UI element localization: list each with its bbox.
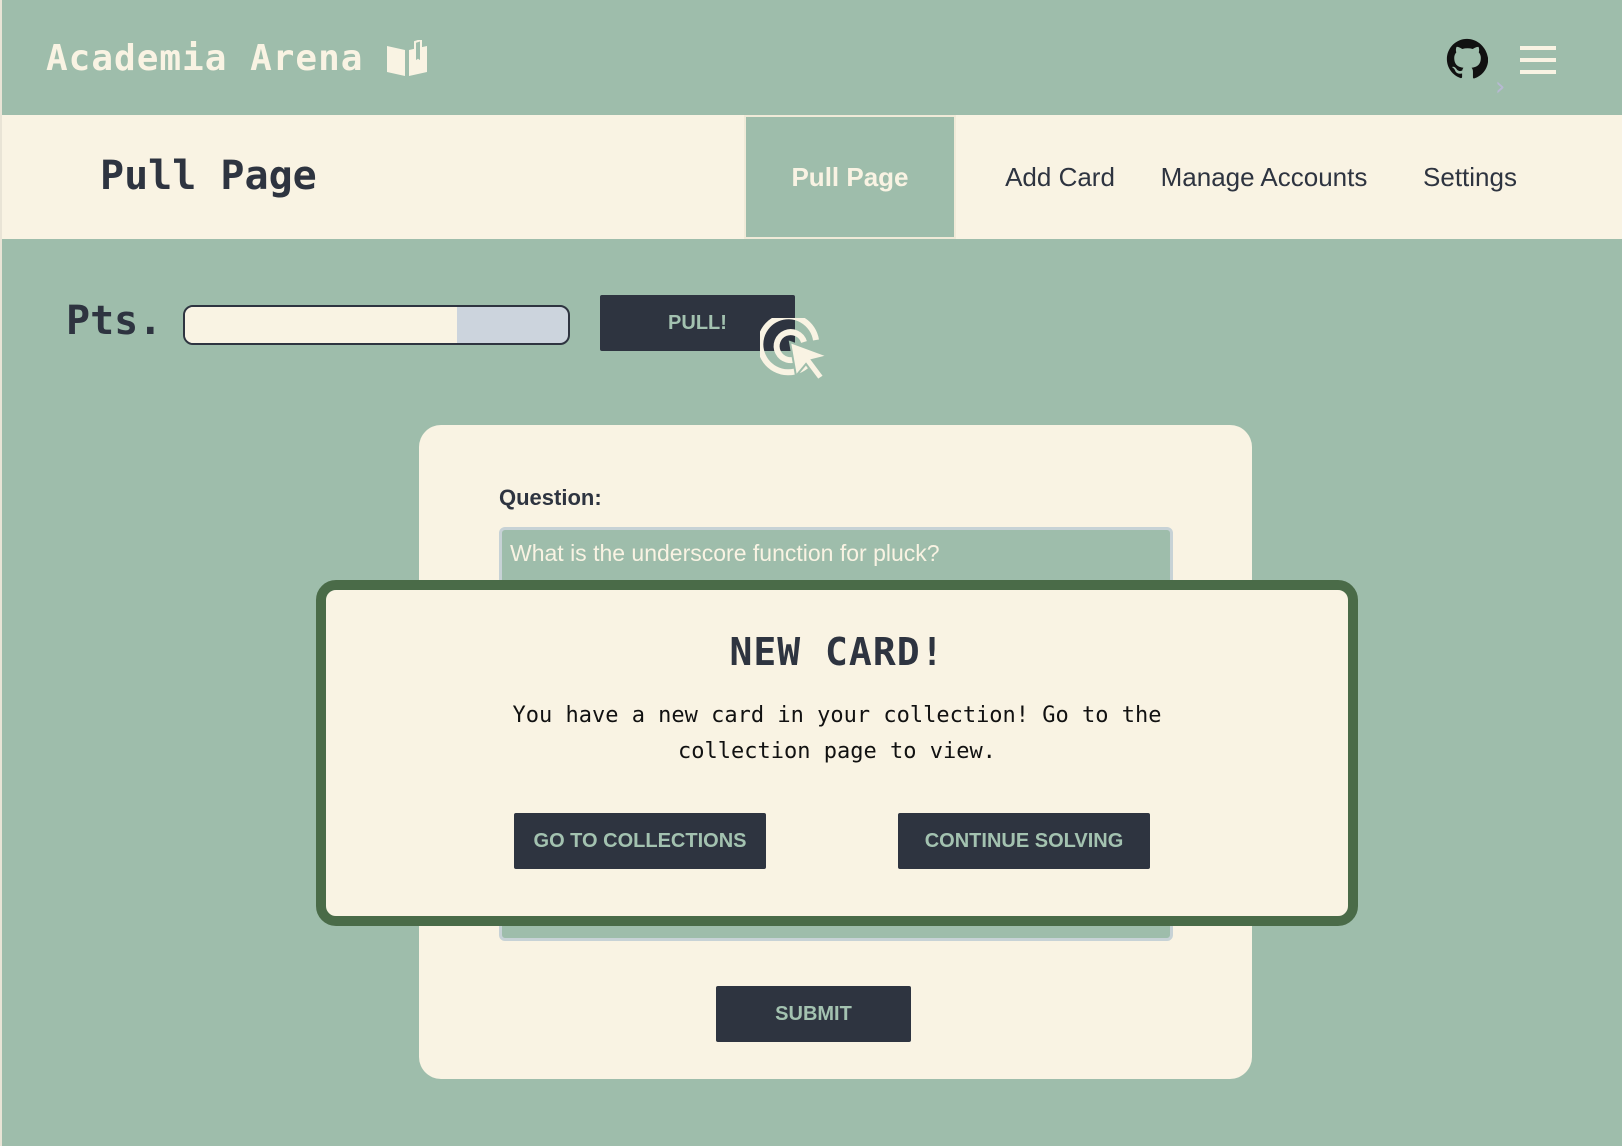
click-cursor-icon xyxy=(757,313,832,390)
points-progress-bar xyxy=(183,305,570,345)
app-title: Academia Arena xyxy=(46,38,364,79)
continue-solving-button[interactable]: CONTINUE SOLVING xyxy=(898,813,1150,869)
points-label: Pts. xyxy=(66,298,163,344)
chevron-right-icon: › xyxy=(1495,72,1506,102)
tab-manage-accounts[interactable]: Manage Accounts xyxy=(1154,115,1374,239)
modal-message: You have a new card in your collection! … xyxy=(512,703,1162,764)
sub-navigation: Pull Page Pull Page Add Card Manage Acco… xyxy=(2,115,1622,239)
tab-settings[interactable]: Settings xyxy=(1402,115,1538,239)
points-progress-fill xyxy=(185,307,457,343)
github-icon[interactable] xyxy=(1446,38,1489,84)
hamburger-menu-icon[interactable] xyxy=(1520,44,1556,80)
new-card-modal: NEW CARD! You have a new card in your co… xyxy=(316,580,1358,926)
question-field[interactable]: What is the underscore function for pluc… xyxy=(499,527,1173,587)
top-bar: Academia Arena › xyxy=(2,0,1622,115)
question-label: Question: xyxy=(499,485,602,510)
open-book-icon xyxy=(385,39,429,78)
go-to-collections-button[interactable]: GO TO COLLECTIONS xyxy=(514,813,766,869)
page-title: Pull Page xyxy=(100,153,317,199)
submit-button[interactable]: SUBMIT xyxy=(716,986,911,1042)
modal-title: NEW CARD! xyxy=(729,630,945,674)
brand[interactable]: Academia Arena xyxy=(46,38,429,79)
tab-pull-page[interactable]: Pull Page xyxy=(744,115,956,239)
tab-add-card[interactable]: Add Card xyxy=(980,115,1140,239)
